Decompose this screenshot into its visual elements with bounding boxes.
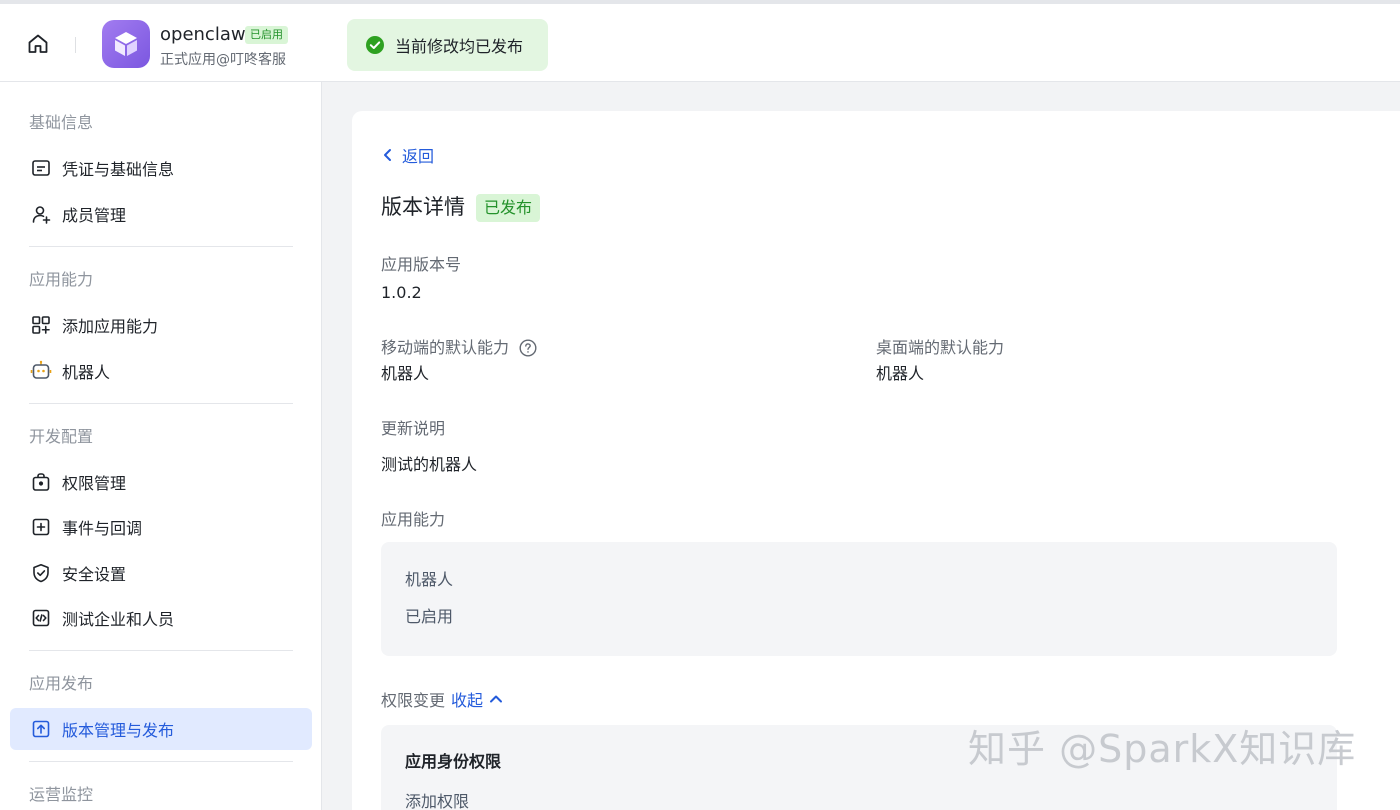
capabilities-label: 应用能力 bbox=[381, 510, 446, 529]
sidebar-item-test-org[interactable]: 测试企业和人员 bbox=[10, 597, 312, 639]
watermark: 知乎 @SparkX知识库 bbox=[968, 727, 1357, 771]
event-icon bbox=[30, 516, 52, 538]
version-value: 1.0.2 bbox=[381, 283, 422, 302]
home-button[interactable] bbox=[24, 30, 52, 58]
sidebar-section-title: 应用发布 bbox=[29, 674, 94, 693]
sidebar-section-title: 应用能力 bbox=[29, 270, 94, 289]
cube-icon bbox=[115, 32, 137, 56]
robot-icon bbox=[30, 360, 52, 382]
sidebar-item-events[interactable]: 事件与回调 bbox=[10, 506, 312, 548]
app-logo bbox=[102, 20, 150, 68]
back-label: 返回 bbox=[402, 147, 435, 166]
home-icon bbox=[28, 34, 48, 53]
app-name: openclaw bbox=[160, 24, 246, 45]
capability-panel: 机器人 已启用 bbox=[381, 542, 1337, 656]
upload-icon bbox=[30, 718, 52, 740]
capability-status: 已启用 bbox=[405, 607, 454, 626]
permission-change-label: 权限变更 bbox=[381, 691, 446, 710]
page-title: 版本详情 bbox=[381, 195, 465, 219]
sidebar-item-version-release[interactable]: 版本管理与发布 bbox=[10, 708, 312, 750]
sidebar-item-label: 成员管理 bbox=[62, 206, 127, 225]
sidebar-item-security[interactable]: 安全设置 bbox=[10, 552, 312, 594]
sidebar-section-title: 开发配置 bbox=[29, 427, 94, 446]
sidebar-item-label: 测试企业和人员 bbox=[62, 610, 175, 629]
sidebar-item-members[interactable]: 成员管理 bbox=[10, 193, 312, 235]
sidebar-item-robot[interactable]: 机器人 bbox=[10, 350, 312, 392]
sidebar-divider bbox=[29, 246, 293, 247]
sidebar-divider bbox=[29, 761, 293, 762]
identity-permission-title: 应用身份权限 bbox=[405, 752, 502, 771]
top-header: openclaw 已启用 正式应用@叮咚客服 当前修改均已发布 bbox=[0, 0, 1400, 82]
sidebar-item-label: 机器人 bbox=[62, 363, 111, 382]
sidebar-item-label: 权限管理 bbox=[62, 474, 127, 493]
toast-text: 当前修改均已发布 bbox=[395, 37, 524, 56]
help-icon[interactable] bbox=[519, 339, 537, 357]
desktop-default-value: 机器人 bbox=[876, 364, 925, 383]
add-member-icon bbox=[30, 203, 52, 225]
add-capability-icon bbox=[30, 314, 52, 336]
mobile-default-value: 机器人 bbox=[381, 364, 430, 383]
header-divider bbox=[75, 37, 76, 53]
permission-icon bbox=[30, 471, 52, 493]
sidebar-section-title: 基础信息 bbox=[29, 113, 94, 132]
version-label: 应用版本号 bbox=[381, 255, 462, 274]
sidebar-item-permissions[interactable]: 权限管理 bbox=[10, 461, 312, 503]
version-detail-card: 返回 版本详情 已发布 应用版本号 1.0.2 移动端的默认能力 机器人 桌面端… bbox=[352, 111, 1400, 810]
collapse-label: 收起 bbox=[451, 691, 484, 710]
sidebar-section-title: 运营监控 bbox=[29, 785, 94, 804]
sidebar-item-label: 版本管理与发布 bbox=[62, 721, 175, 740]
sidebar-item-label: 事件与回调 bbox=[62, 519, 143, 538]
chevron-up-icon bbox=[490, 695, 503, 703]
sidebar-item-label: 添加应用能力 bbox=[62, 317, 159, 336]
capability-name: 机器人 bbox=[405, 570, 454, 589]
app-subtitle: 正式应用@叮咚客服 bbox=[160, 52, 286, 68]
shield-icon bbox=[30, 562, 52, 584]
app-status-badge: 已启用 bbox=[245, 26, 288, 44]
mobile-default-label: 移动端的默认能力 bbox=[381, 338, 510, 357]
sidebar-divider bbox=[29, 403, 293, 404]
update-notes-value: 测试的机器人 bbox=[381, 455, 478, 474]
publish-toast: 当前修改均已发布 bbox=[347, 19, 548, 71]
sidebar-divider bbox=[29, 650, 293, 651]
sidebar-item-label: 安全设置 bbox=[62, 565, 127, 584]
permission-change-row: 权限变更 收起 bbox=[381, 688, 503, 710]
back-link[interactable]: 返回 bbox=[382, 145, 435, 166]
collapse-toggle[interactable]: 收起 bbox=[451, 687, 503, 711]
published-badge: 已发布 bbox=[476, 194, 541, 222]
code-icon bbox=[30, 607, 52, 629]
add-permission-label: 添加权限 bbox=[405, 792, 470, 810]
chevron-left-icon bbox=[384, 149, 391, 161]
sidebar-item-add-capability[interactable]: 添加应用能力 bbox=[10, 304, 312, 346]
desktop-default-label: 桌面端的默认能力 bbox=[876, 338, 1005, 357]
update-notes-label: 更新说明 bbox=[381, 419, 446, 438]
sidebar-item-label: 凭证与基础信息 bbox=[62, 160, 175, 179]
sidebar: 基础信息 凭证与基础信息 成员管理 应用能力 添加应用能力 机器人 开发配置 权… bbox=[0, 82, 322, 810]
sidebar-item-credentials[interactable]: 凭证与基础信息 bbox=[10, 147, 312, 189]
check-circle-icon bbox=[365, 35, 385, 55]
credential-icon bbox=[30, 157, 52, 179]
